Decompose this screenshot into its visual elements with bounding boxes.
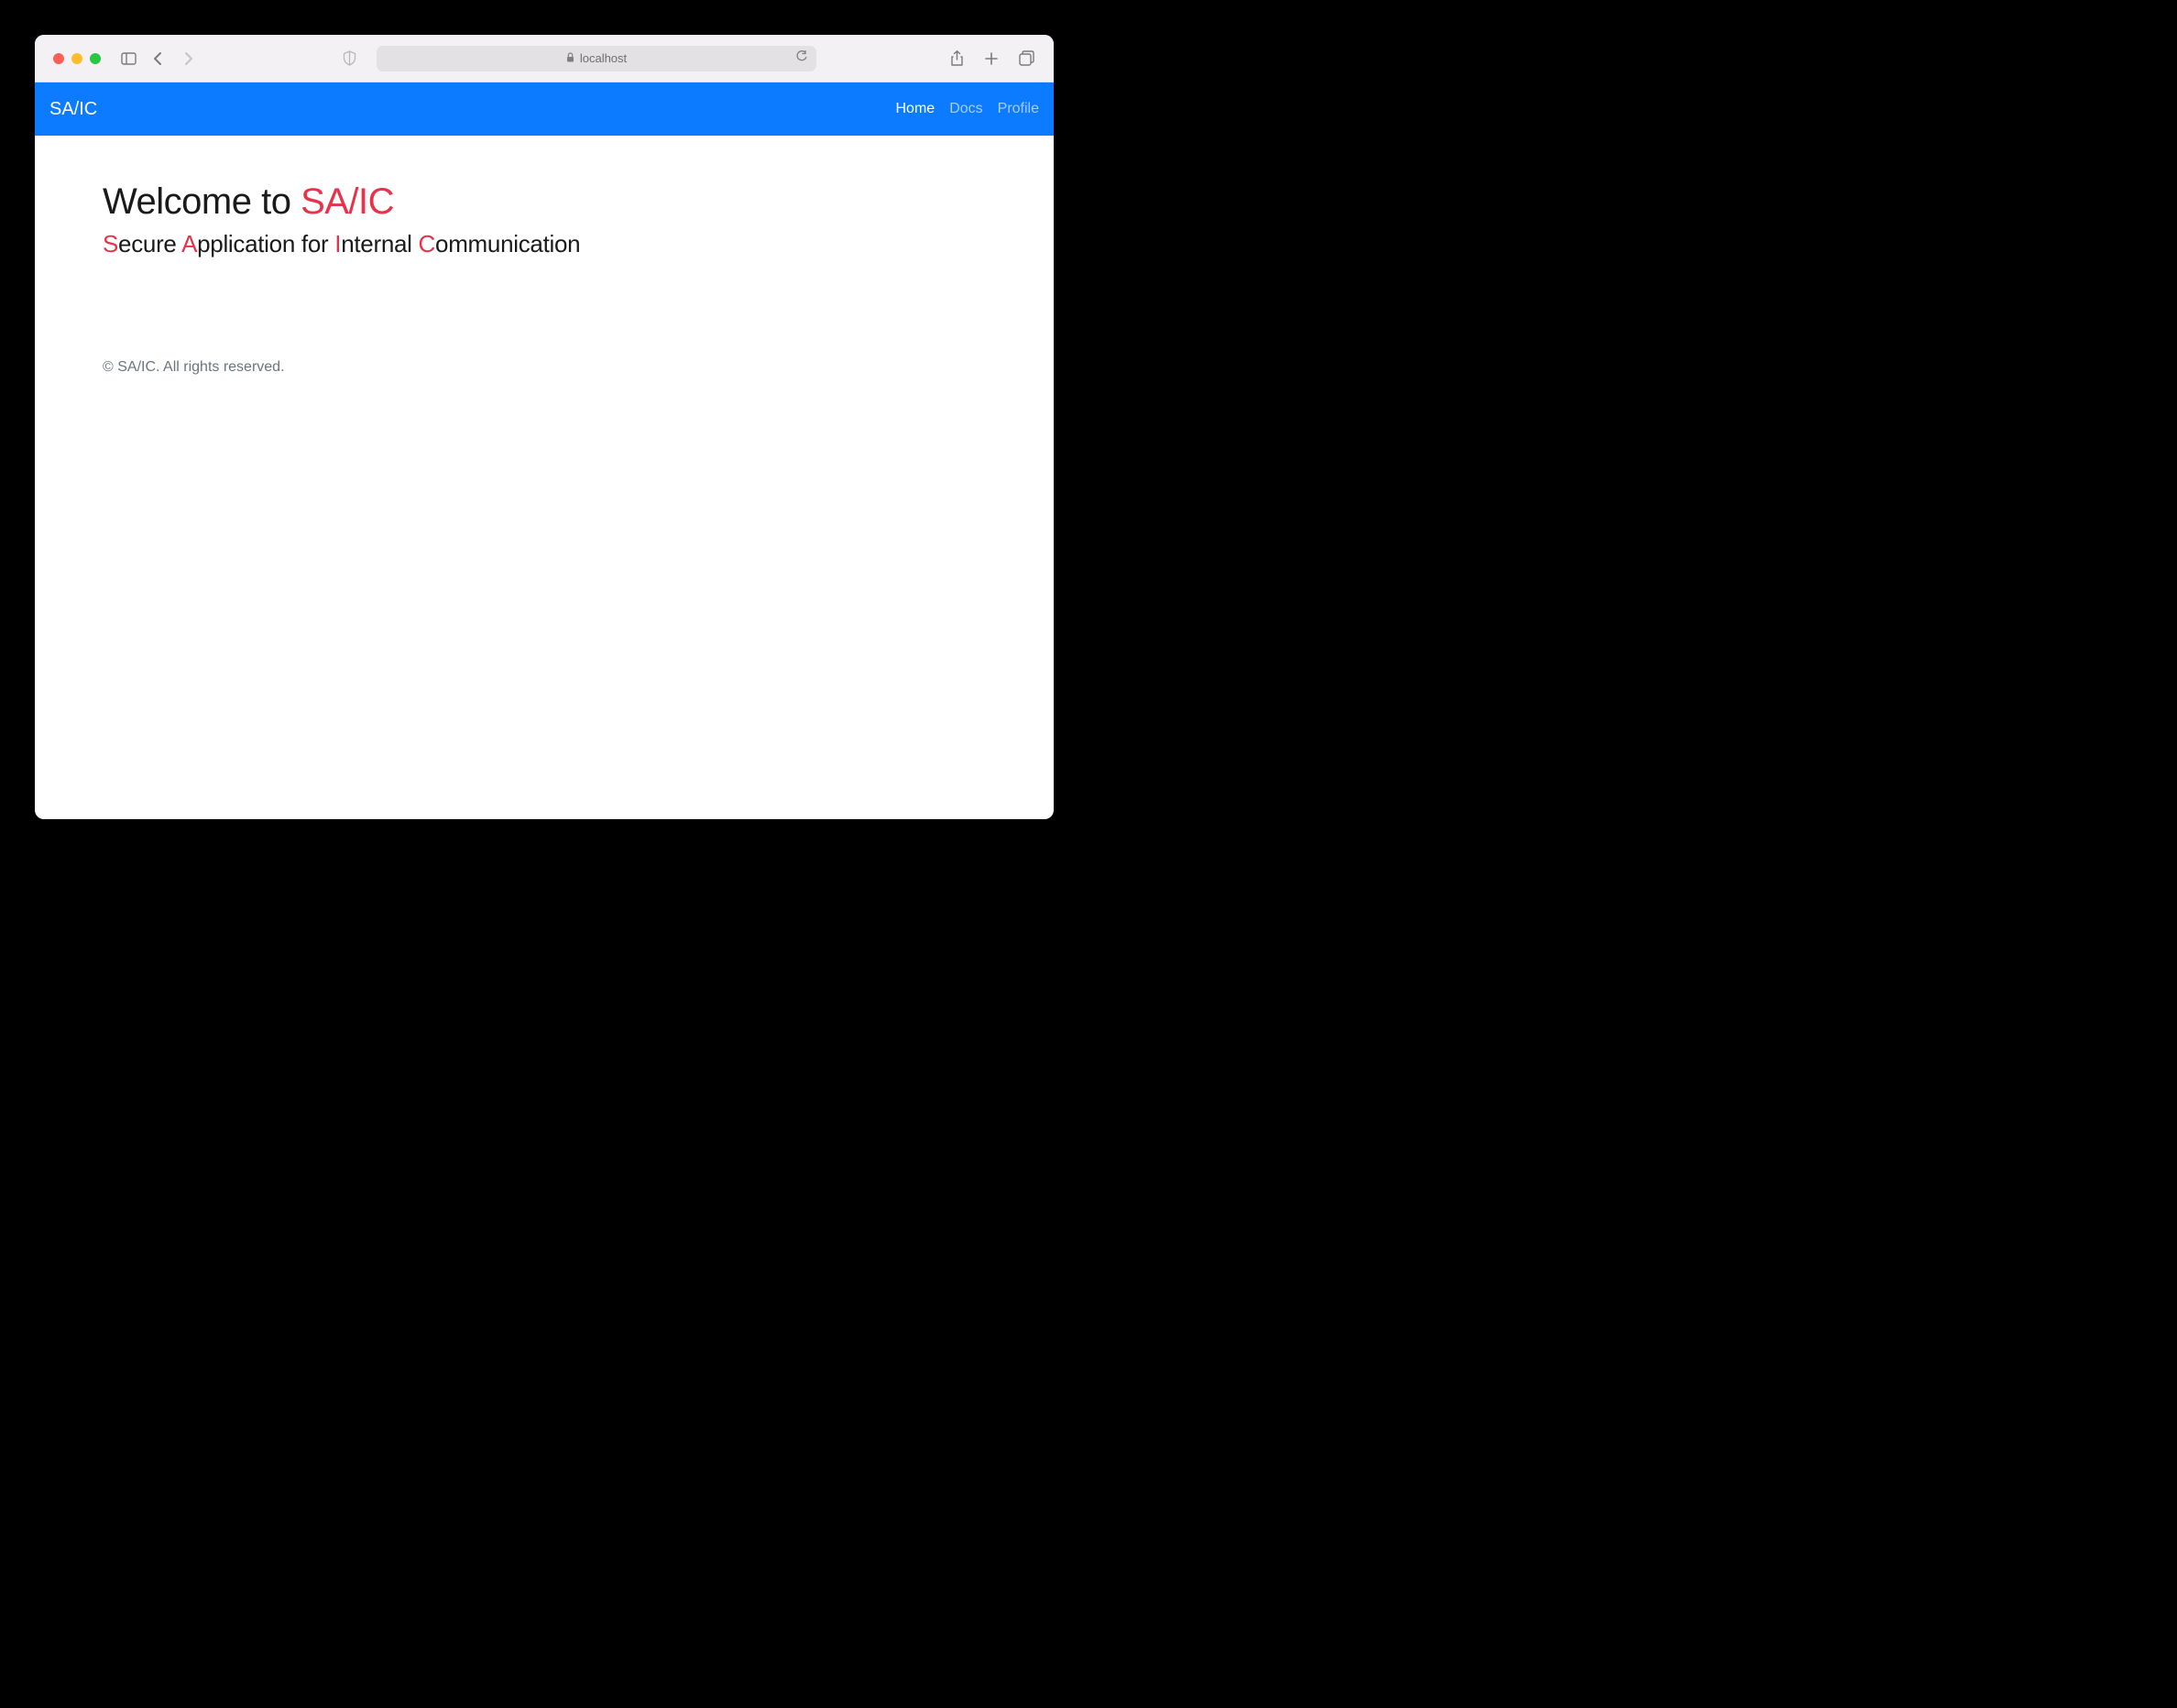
address-bar[interactable]: localhost (377, 46, 816, 71)
subtitle-c: C (419, 230, 435, 257)
title-prefix: Welcome to (103, 181, 301, 222)
browser-chrome: localhost (35, 35, 1054, 82)
brand-logo[interactable]: SA/IC (49, 99, 97, 120)
window-controls (53, 53, 101, 64)
subtitle-s-rest: ecure (118, 230, 181, 257)
browser-window: localhost (35, 35, 1054, 819)
nav-link-home[interactable]: Home (896, 101, 935, 117)
nav-link-profile[interactable]: Profile (998, 101, 1039, 117)
url-host-text: localhost (580, 51, 627, 65)
privacy-shield-icon[interactable] (340, 49, 358, 68)
maximize-window-button[interactable] (90, 53, 101, 64)
new-tab-icon[interactable] (982, 49, 1001, 68)
subtitle-s: S (103, 230, 118, 257)
subtitle-c-rest: ommunication (435, 230, 580, 257)
subtitle-a: A (181, 230, 197, 257)
close-window-button[interactable] (53, 53, 64, 64)
page-subtitle: Secure Application for Internal Communic… (103, 230, 986, 258)
page-title: Welcome to SA/IC (103, 181, 986, 223)
main-content: Welcome to SA/IC Secure Application for … (35, 136, 1054, 376)
subtitle-i-rest: nternal (341, 230, 418, 257)
refresh-icon[interactable] (795, 50, 807, 66)
title-accent: SA/IC (301, 181, 394, 222)
forward-button-icon[interactable] (180, 49, 198, 68)
app-navbar: SA/IC Home Docs Profile (35, 82, 1054, 136)
minimize-window-button[interactable] (71, 53, 82, 64)
lock-icon (566, 51, 574, 65)
subtitle-a-rest: pplication for (197, 230, 334, 257)
share-icon[interactable] (947, 49, 966, 68)
tabs-overview-icon[interactable] (1017, 49, 1035, 68)
nav-link-docs[interactable]: Docs (949, 101, 982, 117)
footer-copyright: © SA/IC. All rights reserved. (103, 359, 986, 376)
back-button-icon[interactable] (148, 49, 167, 68)
sidebar-toggle-icon[interactable] (119, 49, 137, 68)
nav-links: Home Docs Profile (896, 101, 1040, 117)
